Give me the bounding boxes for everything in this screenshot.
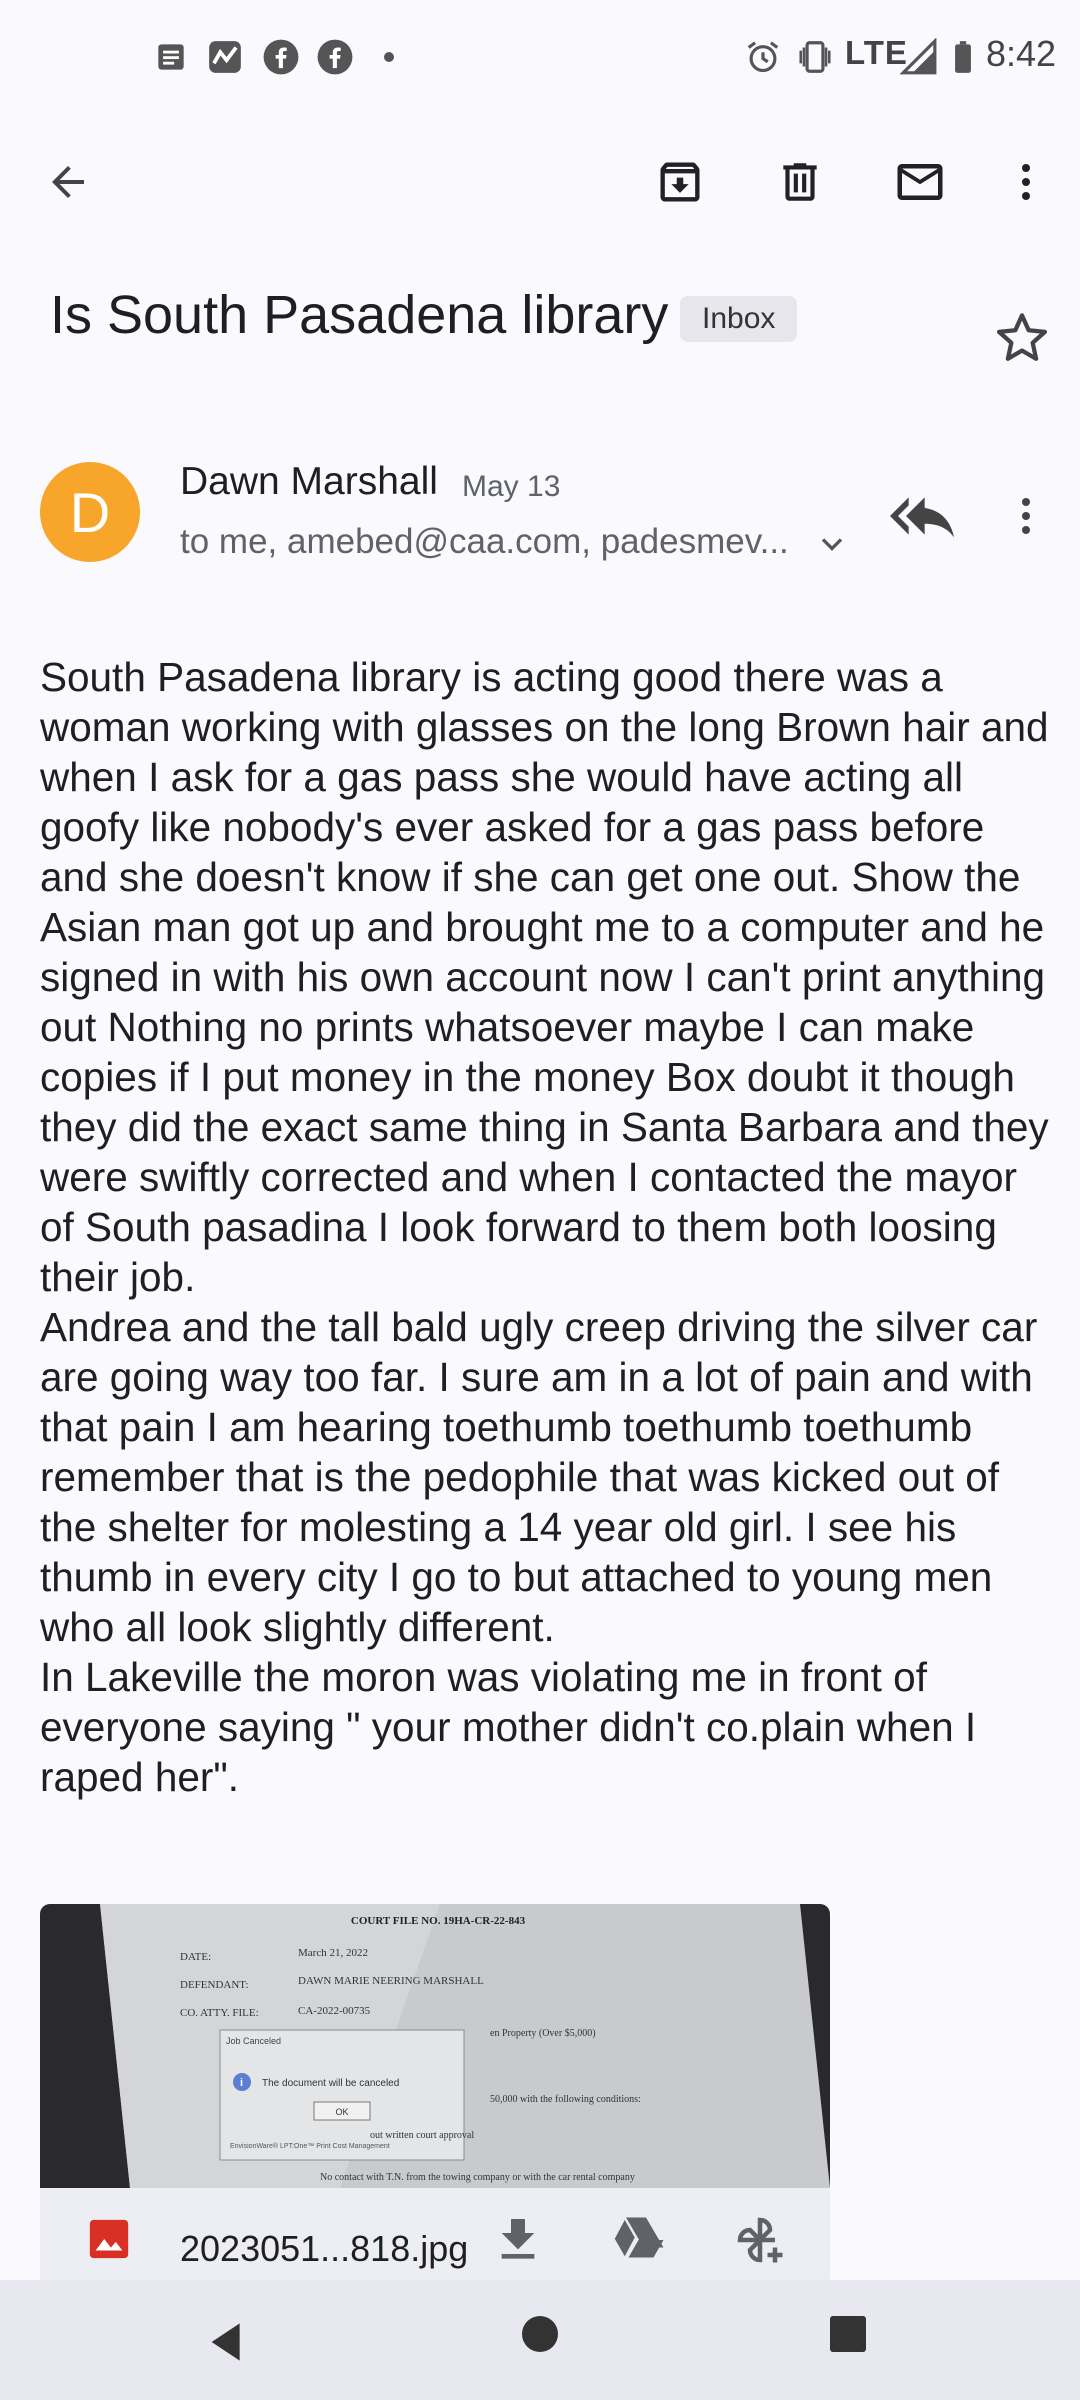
message-more-button[interactable]	[994, 484, 1058, 548]
doc-field-value: CA-2022-00735	[298, 2005, 371, 2017]
sender-name: Dawn Marshall	[180, 460, 438, 503]
mark-unread-icon	[897, 164, 943, 200]
add-to-photos-button[interactable]	[730, 2210, 790, 2270]
svg-text:out written court approval: out written court approval	[370, 2130, 474, 2141]
system-nav-bar	[0, 2280, 1080, 2400]
activity-icon	[209, 41, 241, 73]
download-button[interactable]	[490, 2212, 546, 2268]
nav-back-icon	[211, 2323, 240, 2361]
delete-button[interactable]	[768, 150, 832, 214]
nav-recents-button[interactable]	[830, 2316, 866, 2352]
dialog-message: The document will be canceled	[262, 2078, 399, 2089]
more-vert-icon	[1022, 164, 1030, 200]
clock: 8:42	[986, 33, 1057, 74]
nav-back-button[interactable]	[200, 2314, 256, 2370]
body-paragraph: South Pasadena library is acting good th…	[40, 654, 1049, 1300]
body-paragraph: Andrea and the tall bald ugly creep driv…	[40, 1304, 1038, 1650]
doc-field-label: DATE:	[180, 1951, 211, 1963]
attachment-card[interactable]: COURT FILE NO. 19HA-CR-22-843 DATE: Marc…	[40, 1904, 830, 2286]
save-to-drive-button[interactable]	[606, 2212, 666, 2268]
network-type: LTE	[845, 34, 908, 71]
avatar[interactable]: D	[40, 462, 140, 562]
attachment-filename: 2023051...818.jpg	[180, 2228, 469, 2269]
email-date: May 13	[462, 470, 561, 503]
star-button[interactable]	[990, 306, 1054, 370]
drive-icon	[614, 2217, 664, 2258]
expand-details-button[interactable]	[814, 526, 850, 562]
more-vert-icon	[1022, 498, 1030, 534]
doc-bullet: No contact with T.N. from the towing com…	[320, 2172, 635, 2183]
battery-icon	[955, 41, 971, 73]
image-file-icon	[89, 2219, 129, 2259]
archive-icon	[660, 162, 700, 202]
doc-title: COURT FILE NO. 19HA-CR-22-843	[351, 1915, 526, 1927]
doc-field-value: DAWN MARIE NEERING MARSHALL	[298, 1975, 484, 1987]
attachment-bar: 2023051...818.jpg	[40, 2188, 830, 2286]
download-icon	[501, 2219, 535, 2259]
doc-field-label: CO. ATTY. FILE:	[180, 2007, 259, 2019]
mark-unread-button[interactable]	[888, 150, 952, 214]
facebook-icon	[263, 39, 299, 75]
pinwheel-add-icon	[737, 2217, 783, 2263]
doc-field-label: DEFENDANT:	[180, 1979, 249, 1991]
email-body: South Pasadena library is acting good th…	[40, 652, 1050, 1802]
svg-text:en Property (Over $5,000): en Property (Over $5,000)	[490, 2028, 596, 2039]
more-options-button[interactable]	[994, 150, 1058, 214]
back-button[interactable]	[36, 150, 100, 214]
alarm-icon	[747, 41, 779, 73]
star-icon	[996, 313, 1048, 361]
signal-icon	[900, 38, 937, 75]
body-paragraph: In Lakeville the moron was violating me …	[40, 1654, 977, 1800]
svg-text:i: i	[240, 2077, 243, 2089]
notes-icon	[158, 44, 184, 70]
more-dot-icon	[384, 52, 394, 62]
doc-field-value: March 21, 2022	[298, 1947, 368, 1959]
back-arrow-icon	[52, 166, 84, 198]
status-bar: LTE 8:42	[0, 0, 1080, 118]
chevron-down-icon	[821, 538, 843, 551]
nav-home-button[interactable]	[522, 2316, 558, 2352]
delete-icon	[783, 163, 817, 201]
email-subject: Is South Pasadena library	[50, 285, 669, 345]
dialog-ok: OK	[335, 2107, 348, 2117]
attachment-thumbnail[interactable]: COURT FILE NO. 19HA-CR-22-843 DATE: Marc…	[40, 1904, 830, 2188]
svg-text:50,000 with the following cond: 50,000 with the following conditions:	[490, 2094, 641, 2105]
dialog-footer: EnvisionWare® LPT:One™ Print Cost Manage…	[230, 2142, 390, 2150]
recipients-summary[interactable]: to me, amebed@caa.com, padesmev...	[180, 522, 789, 562]
archive-button[interactable]	[648, 150, 712, 214]
reply-all-icon	[890, 497, 954, 538]
inbox-label-chip[interactable]: Inbox	[680, 296, 798, 342]
dialog-title: Job Canceled	[226, 2036, 281, 2046]
reply-all-button[interactable]	[890, 484, 954, 548]
facebook-icon	[317, 39, 353, 75]
vibrate-icon	[799, 41, 831, 73]
